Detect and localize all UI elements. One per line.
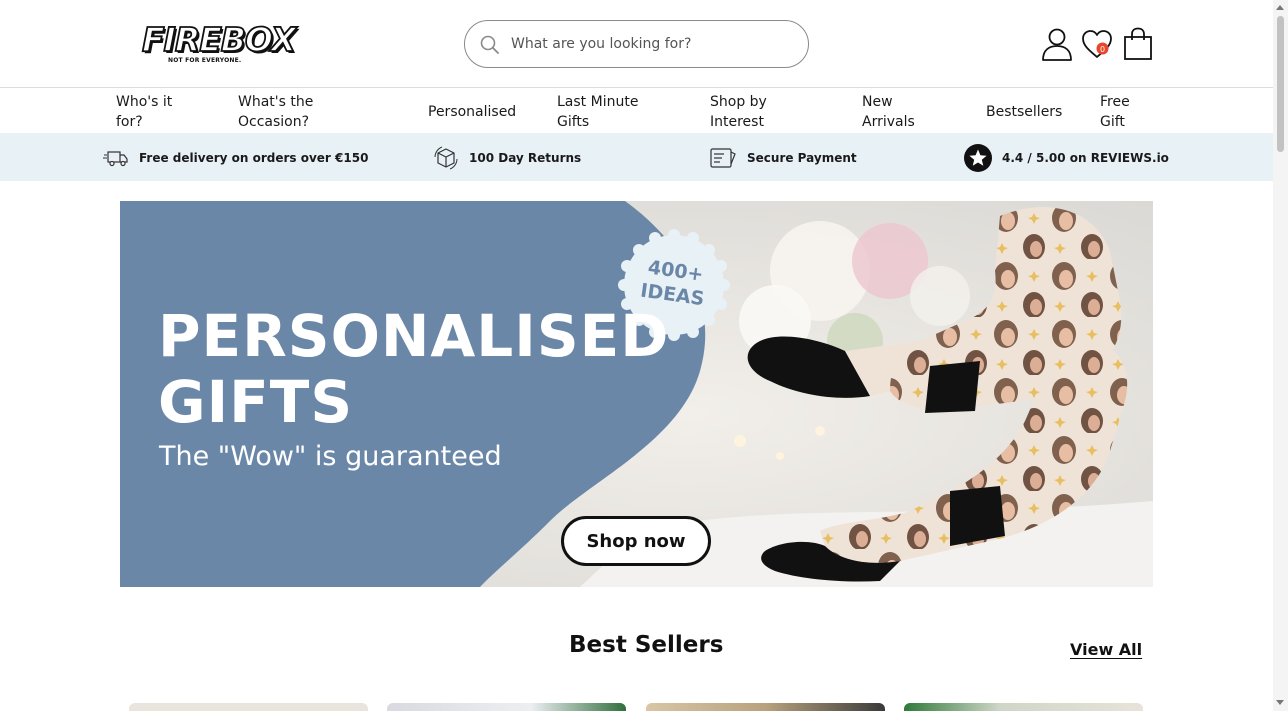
nav-item-occasion[interactable]: What's the Occasion? bbox=[238, 92, 338, 132]
wishlist-heart-icon: 0 bbox=[1082, 30, 1112, 58]
delivery-truck-icon bbox=[103, 151, 128, 167]
scrollbar-thumb[interactable] bbox=[1277, 16, 1284, 152]
nav-item-whos-it-for[interactable]: Who's it for? bbox=[116, 92, 186, 132]
logo-wordmark: FIREBOX bbox=[141, 20, 297, 59]
wishlist-count: 0 bbox=[1100, 45, 1105, 54]
search-bar[interactable] bbox=[464, 20, 809, 68]
page-scrollbar[interactable] bbox=[1273, 0, 1288, 711]
usp-reviews-text: 4.4 / 5.00 on REVIEWS.io bbox=[1002, 151, 1169, 165]
nav-item-personalised[interactable]: Personalised bbox=[428, 102, 516, 122]
usp-free-delivery: Free delivery on orders over €150 bbox=[103, 145, 368, 171]
main-nav: Who's it for? What's the Occasion? Perso… bbox=[0, 89, 1273, 133]
usp-returns-text: 100 Day Returns bbox=[469, 151, 582, 165]
scroll-down-arrow[interactable] bbox=[1276, 700, 1284, 705]
star-rating-icon bbox=[964, 144, 992, 172]
nav-item-free-gift[interactable]: Free Gift bbox=[1100, 92, 1140, 132]
product-card-3[interactable] bbox=[646, 703, 885, 711]
shop-now-button[interactable]: Shop now bbox=[561, 516, 711, 566]
product-card-4[interactable] bbox=[904, 703, 1143, 711]
view-all-link[interactable]: View All bbox=[1070, 640, 1142, 659]
usp-secure-payment-text: Secure Payment bbox=[747, 151, 857, 165]
product-card-1[interactable] bbox=[129, 703, 368, 711]
hero-title-line-2: GIFTS bbox=[158, 368, 354, 436]
logo-tagline: NOT FOR EVERYONE. bbox=[168, 57, 242, 64]
hero-subtitle: The "Wow" is guaranteed bbox=[159, 441, 502, 472]
wishlist-button[interactable]: 0 bbox=[1080, 26, 1114, 62]
usp-free-delivery-text: Free delivery on orders over €150 bbox=[139, 151, 369, 165]
search-icon[interactable] bbox=[479, 34, 501, 56]
hero-title-line-1: PERSONALISED bbox=[158, 302, 670, 370]
shopping-bag-icon[interactable] bbox=[1121, 26, 1155, 62]
hero-banner[interactable]: 400+ IDEAS PERSONALISED GIFTS The "Wow" … bbox=[120, 201, 1153, 587]
nav-item-new-arrivals[interactable]: New Arrivals bbox=[862, 92, 922, 132]
usp-secure-payment: Secure Payment bbox=[709, 145, 857, 171]
secure-payment-icon bbox=[710, 148, 736, 168]
scroll-up-arrow[interactable] bbox=[1276, 5, 1284, 10]
nav-item-last-minute-gifts[interactable]: Last Minute Gifts bbox=[557, 92, 657, 132]
search-input[interactable] bbox=[511, 31, 791, 57]
usp-bar: Free delivery on orders over €150 100 Da… bbox=[0, 133, 1273, 181]
site-header: FIREBOX NOT FOR EVERYONE. 0 bbox=[0, 0, 1273, 88]
returns-box-icon bbox=[434, 146, 458, 170]
usp-reviews[interactable]: 4.4 / 5.00 on REVIEWS.io bbox=[964, 144, 1169, 172]
best-sellers-title: Best Sellers bbox=[569, 632, 724, 658]
nav-item-shop-by-interest[interactable]: Shop by Interest bbox=[710, 92, 786, 132]
nav-item-bestsellers[interactable]: Bestsellers bbox=[986, 102, 1062, 122]
product-card-2[interactable] bbox=[387, 703, 626, 711]
account-icon[interactable] bbox=[1040, 26, 1074, 62]
hero-title: PERSONALISED GIFTS bbox=[158, 303, 669, 435]
firebox-logo[interactable]: FIREBOX NOT FOR EVERYONE. bbox=[141, 21, 297, 66]
usp-returns: 100 Day Returns bbox=[433, 145, 581, 171]
